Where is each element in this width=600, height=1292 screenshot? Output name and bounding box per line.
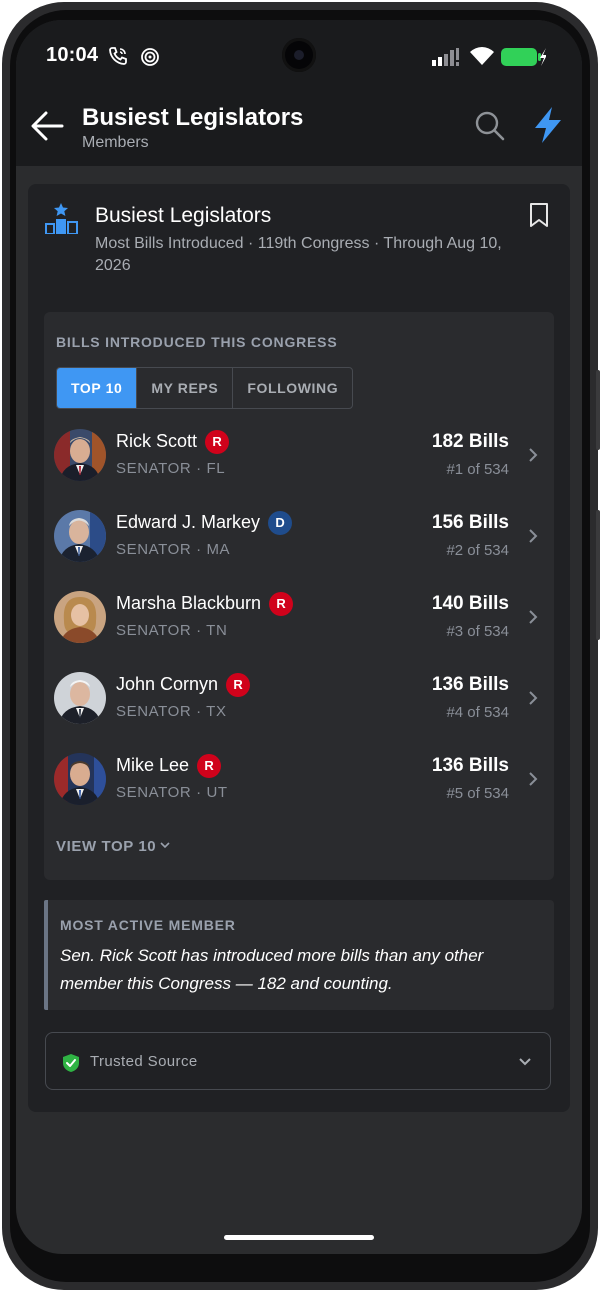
wifi-icon xyxy=(470,47,494,65)
status-time: 10:04 xyxy=(46,44,99,66)
callout-accent-bar xyxy=(44,900,48,1010)
tab-following[interactable]: FOLLOWING xyxy=(233,368,352,408)
back-arrow-icon[interactable] xyxy=(30,110,66,142)
party-badge: R xyxy=(269,592,294,616)
volume-button xyxy=(596,370,600,450)
chevron-right-icon xyxy=(529,691,538,705)
callout-text: Sen. Rick Scott has introduced more bill… xyxy=(60,946,484,993)
search-icon[interactable] xyxy=(474,110,506,142)
bill-count: 182 Bills xyxy=(431,431,509,452)
tab-my-reps[interactable]: MY REPS xyxy=(137,368,234,408)
bill-count: 136 Bills xyxy=(431,755,509,776)
member-name: Edward J. Markey D xyxy=(116,511,293,535)
screen: 10:04 Busiest Legislators Members Busies… xyxy=(16,20,582,1254)
member-row[interactable]: John Cornyn R SENATOR · TX 136 Bills #4 o… xyxy=(44,658,554,739)
phone-call-icon xyxy=(109,47,127,65)
member-role: SENATOR · UT xyxy=(116,784,228,801)
chevron-right-icon xyxy=(529,772,538,786)
trusted-source-dropdown[interactable]: Trusted Source xyxy=(45,1032,551,1090)
callout-heading: MOST ACTIVE MEMBER xyxy=(60,917,236,933)
avatar xyxy=(54,429,106,481)
member-rank: #5 of 534 xyxy=(446,785,509,802)
leaderboard-icon xyxy=(45,203,78,234)
front-camera xyxy=(282,38,316,72)
card-subtitle: Most Bills Introduced · 119th Congress ·… xyxy=(95,235,502,274)
bills-panel: BILLS INTRODUCED THIS CONGRESS TOP 10 MY… xyxy=(44,312,554,880)
chevron-down-icon xyxy=(519,1058,531,1066)
party-badge: R xyxy=(197,754,222,778)
shield-check-icon xyxy=(63,1054,79,1072)
power-button xyxy=(596,510,600,640)
member-name-text: Rick Scott xyxy=(116,431,198,451)
signal-icon xyxy=(432,48,459,66)
filter-tabs: TOP 10 MY REPS FOLLOWING xyxy=(56,367,354,409)
member-role: SENATOR · FL xyxy=(116,460,226,477)
member-name: Rick Scott R xyxy=(116,430,230,454)
avatar xyxy=(54,753,106,805)
member-rank: #2 of 534 xyxy=(446,542,509,559)
bill-count: 140 Bills xyxy=(431,593,509,614)
chevron-right-icon xyxy=(529,448,538,462)
view-top-10-button[interactable]: VIEW TOP 10 xyxy=(56,838,170,855)
app-bar-subtitle: Members xyxy=(82,134,149,151)
avatar xyxy=(54,672,106,724)
tab-top-10[interactable]: TOP 10 xyxy=(57,368,138,408)
member-role: SENATOR · MA xyxy=(116,541,231,558)
member-name: Marsha Blackburn R xyxy=(116,592,294,616)
member-role: SENATOR · TN xyxy=(116,622,228,639)
battery-icon xyxy=(501,48,546,66)
member-row[interactable]: Rick Scott R SENATOR · FL 182 Bills #1 of… xyxy=(44,415,554,496)
member-name: Mike Lee R xyxy=(116,754,222,778)
hotspot-icon xyxy=(141,48,159,66)
member-row[interactable]: Marsha Blackburn R SENATOR · TN 140 Bills… xyxy=(44,577,554,658)
chevron-right-icon xyxy=(529,610,538,624)
member-name: John Cornyn R xyxy=(116,673,251,697)
bookmark-icon[interactable] xyxy=(528,202,550,228)
member-row[interactable]: Edward J. Markey D SENATOR · MA 156 Bills… xyxy=(44,496,554,577)
avatar xyxy=(54,591,106,643)
member-name-text: Mike Lee xyxy=(116,755,190,775)
member-name-text: Edward J. Markey xyxy=(116,512,261,532)
status-bar: 10:04 xyxy=(16,20,582,92)
bill-count: 156 Bills xyxy=(431,512,509,533)
leaderboard-card: Busiest Legislators Most Bills Introduce… xyxy=(28,184,570,1112)
party-badge: R xyxy=(226,673,251,697)
section-label: BILLS INTRODUCED THIS CONGRESS xyxy=(56,334,338,350)
chevron-down-icon xyxy=(160,842,170,849)
lightning-bolt-icon[interactable] xyxy=(531,106,565,144)
view-top-10-label: VIEW TOP 10 xyxy=(56,838,157,855)
member-rank: #4 of 534 xyxy=(446,704,509,721)
trusted-source-label: Trusted Source xyxy=(90,1053,198,1070)
card-title: Busiest Legislators xyxy=(95,204,272,227)
phone-device: 10:04 Busiest Legislators Members Busies… xyxy=(0,0,600,1292)
member-role: SENATOR · TX xyxy=(116,703,227,720)
avatar xyxy=(54,510,106,562)
member-name-text: Marsha Blackburn xyxy=(116,593,262,613)
highlight-callout: MOST ACTIVE MEMBER Sen. Rick Scott has i… xyxy=(44,900,554,1010)
party-badge: R xyxy=(205,430,230,454)
member-name-text: John Cornyn xyxy=(116,674,219,694)
app-bar: Busiest Legislators Members xyxy=(16,92,582,166)
chevron-right-icon xyxy=(529,529,538,543)
bill-count: 136 Bills xyxy=(431,674,509,695)
home-indicator[interactable] xyxy=(224,1235,374,1240)
member-row[interactable]: Mike Lee R SENATOR · UT 136 Bills #5 of 5… xyxy=(44,739,554,820)
party-badge: D xyxy=(268,511,293,535)
member-rank: #3 of 534 xyxy=(446,623,509,640)
app-bar-title: Busiest Legislators xyxy=(82,104,304,131)
member-rank: #1 of 534 xyxy=(446,461,509,478)
